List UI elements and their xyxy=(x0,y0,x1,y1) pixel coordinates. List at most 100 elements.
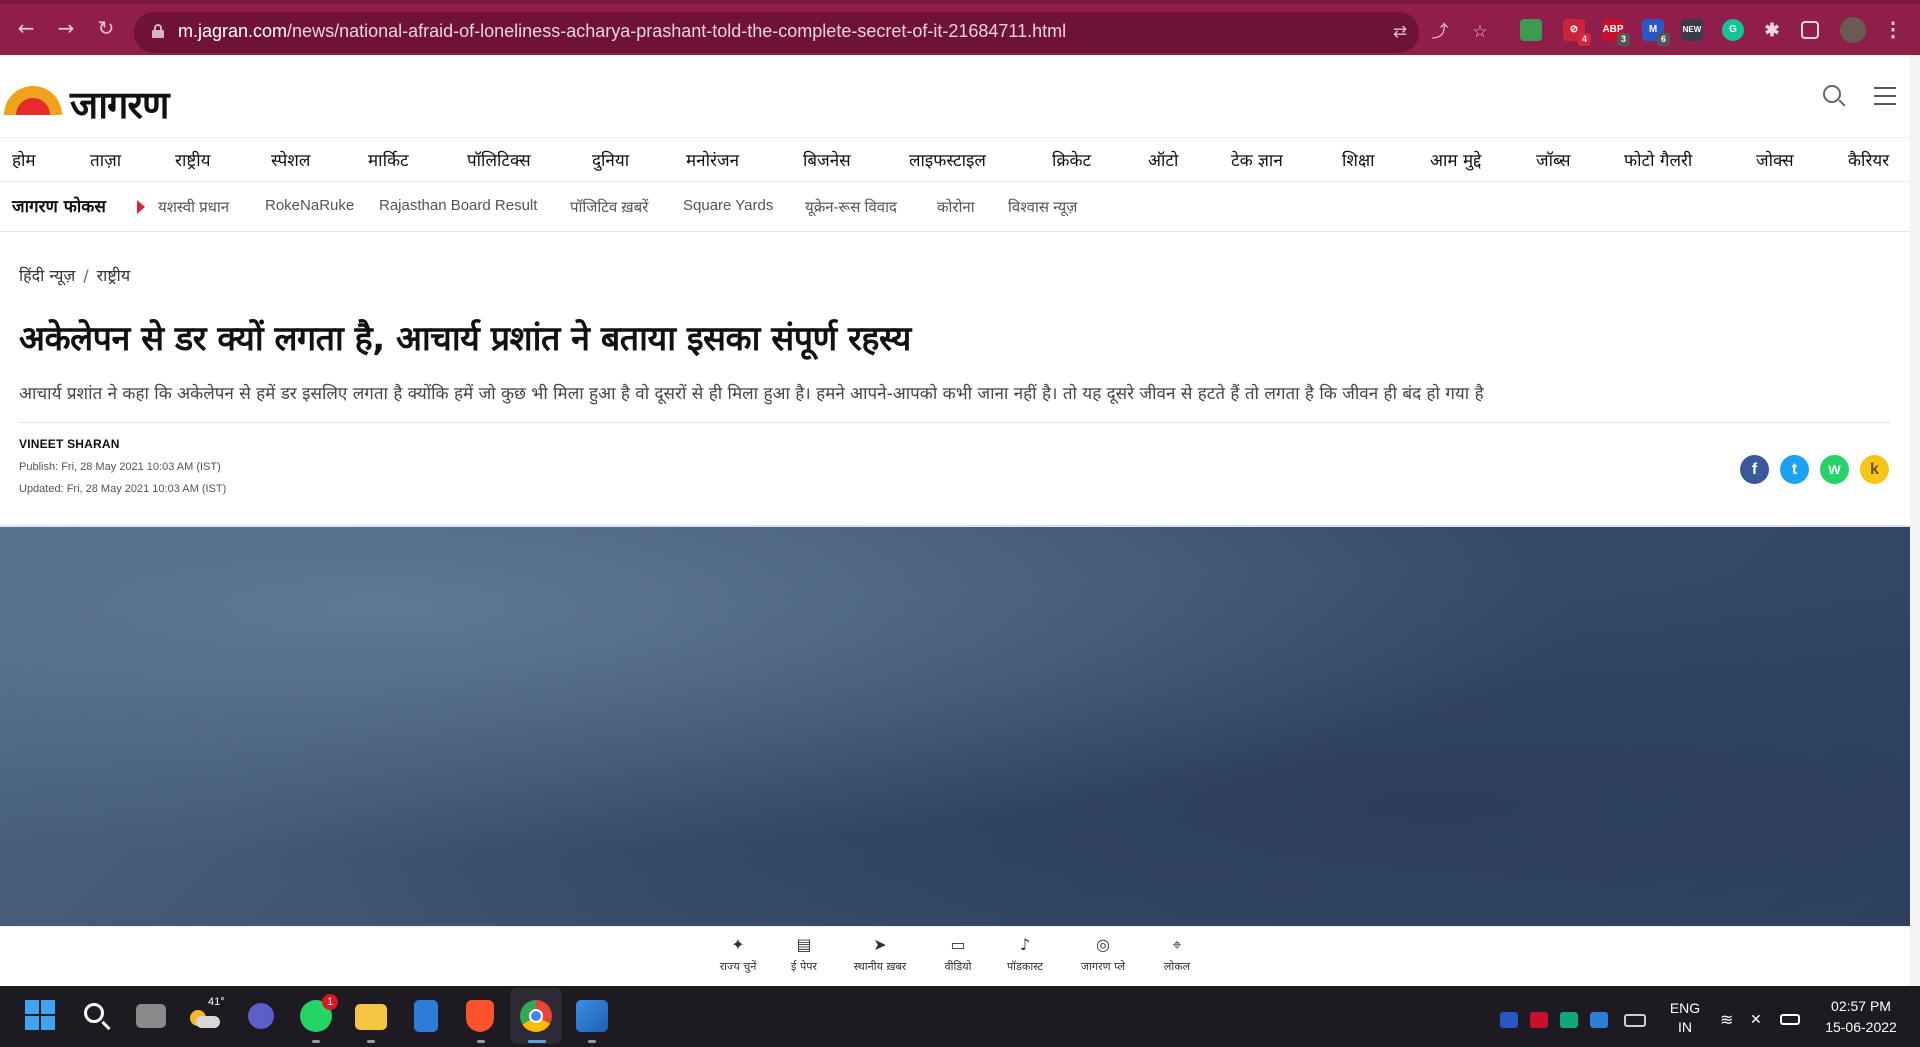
extension-new-icon[interactable]: NEW xyxy=(1681,19,1703,41)
nav-item-jokes[interactable]: जोक्स xyxy=(1756,148,1794,171)
whatsapp-share-icon[interactable]: w xyxy=(1820,455,1849,484)
clock-date[interactable]: 15-06-2022 xyxy=(1815,1019,1907,1035)
site-header: जागरण xyxy=(0,55,1910,137)
nav-item-jobs[interactable]: जॉब्स xyxy=(1536,148,1570,171)
extension-block-icon[interactable]: ⊘ 4 xyxy=(1563,19,1591,46)
nav-item-education[interactable]: शिक्षा xyxy=(1342,148,1375,171)
nav-item-national[interactable]: राष्ट्रीय xyxy=(175,148,211,171)
nav-item-home[interactable]: होम xyxy=(12,148,36,171)
search-icon[interactable] xyxy=(81,1000,113,1032)
adblock-badge: 3 xyxy=(1617,33,1630,46)
focus-arrow-icon xyxy=(137,200,145,214)
focus-item[interactable]: पॉजिटिव ख़बरें xyxy=(570,197,648,217)
active-indicator xyxy=(528,1040,546,1043)
file-explorer-icon[interactable] xyxy=(355,1004,387,1030)
reload-icon[interactable]: ↻ xyxy=(94,16,118,40)
document-icon: ▤ xyxy=(796,935,812,954)
puzzle-extensions-icon[interactable]: ✱ xyxy=(1761,19,1783,41)
keyboard-icon[interactable] xyxy=(1624,1014,1646,1027)
nav-item-entertainment[interactable]: मनोरंजन xyxy=(686,148,739,171)
focus-item[interactable]: कोरोना xyxy=(937,197,975,217)
chrome-icon[interactable] xyxy=(520,1000,552,1032)
focus-item[interactable]: RokeNaRuke xyxy=(265,197,354,214)
side-panel-icon[interactable] xyxy=(1801,21,1819,39)
facebook-share-icon[interactable]: f xyxy=(1740,455,1769,484)
share-icon[interactable]: ⤴ xyxy=(1430,22,1450,42)
weather-widget-icon[interactable]: 41° xyxy=(190,996,225,1032)
extension-m-icon[interactable]: M6 xyxy=(1642,19,1670,46)
url-text[interactable]: m.jagran.com/news/national-afraid-of-lon… xyxy=(178,21,1066,42)
translate-icon[interactable]: ⇄ xyxy=(1390,22,1410,42)
notepad-icon[interactable] xyxy=(414,1000,438,1032)
nav-item-career[interactable]: कैरियर xyxy=(1848,148,1889,171)
bottom-nav-podcast[interactable]: ♪ पॉडकास्ट xyxy=(985,935,1065,974)
nav-item-market[interactable]: मार्किट xyxy=(368,148,409,171)
language-region[interactable]: IN xyxy=(1665,1019,1705,1035)
whatsapp-icon[interactable]: 1 xyxy=(300,994,338,1032)
browser-menu-icon[interactable]: ⋮ xyxy=(1882,19,1904,41)
focus-item[interactable]: विश्वास न्यूज़ xyxy=(1008,197,1077,217)
nav-item-business[interactable]: बिजनेस xyxy=(803,148,851,171)
breadcrumb-item[interactable]: राष्ट्रीय xyxy=(97,266,130,285)
twitter-share-icon[interactable]: t xyxy=(1780,455,1809,484)
nav-item-photo-gallery[interactable]: फोटो गैलरी xyxy=(1624,148,1692,171)
wifi-icon[interactable]: ≋ xyxy=(1720,1012,1738,1028)
map-india-icon: ✦ xyxy=(731,935,745,954)
koo-share-icon[interactable]: k xyxy=(1860,455,1889,484)
bottom-nav-local-news[interactable]: ➤ स्थानीय ख़बर xyxy=(840,935,920,974)
security-shield-icon[interactable] xyxy=(1590,1012,1608,1028)
breadcrumb-item[interactable]: हिंदी न्यूज़ xyxy=(19,266,75,285)
extension-colorful-icon[interactable] xyxy=(1520,19,1542,41)
breadcrumb: हिंदी न्यूज़ / राष्ट्रीय xyxy=(19,264,130,286)
focus-item[interactable]: Rajasthan Board Result xyxy=(379,197,537,214)
task-view-icon[interactable] xyxy=(136,1004,166,1028)
bottom-nav-epaper[interactable]: ▤ ई पेपर xyxy=(764,935,844,974)
grammarly-icon[interactable]: G xyxy=(1722,19,1744,41)
bookmark-star-icon[interactable]: ☆ xyxy=(1470,22,1490,42)
battery-icon[interactable] xyxy=(1780,1014,1800,1025)
nav-item-special[interactable]: स्पेशल xyxy=(271,148,310,171)
scrollbar-gutter[interactable] xyxy=(1910,55,1920,986)
adblock-plus-icon[interactable]: ABP 3 xyxy=(1602,19,1630,46)
focus-item[interactable]: यशस्वी प्रधान xyxy=(158,197,229,217)
bottom-nav-label: जागरण प्ले xyxy=(1080,960,1126,973)
nav-item-latest[interactable]: ताज़ा xyxy=(90,148,121,171)
nav-item-common-issues[interactable]: आम मुद्दे xyxy=(1430,148,1481,171)
clock-time[interactable]: 02:57 PM xyxy=(1815,998,1907,1014)
nav-item-cricket[interactable]: क्रिकेट xyxy=(1052,148,1091,171)
weather-temp: 41° xyxy=(208,996,225,1008)
back-arrow-icon[interactable]: ← xyxy=(14,16,38,40)
tray-app-icon[interactable] xyxy=(1500,1012,1518,1028)
url-path: /news/national-afraid-of-loneliness-acha… xyxy=(287,21,1067,41)
tray-app-icon[interactable] xyxy=(1560,1012,1578,1028)
teams-chat-icon[interactable] xyxy=(248,1003,274,1029)
author-name[interactable]: VINEET SHARAN xyxy=(19,437,120,451)
nav-item-lifestyle[interactable]: लाइफस्टाइल xyxy=(909,148,986,171)
nav-item-world[interactable]: दुनिया xyxy=(592,148,629,171)
bottom-nav-local[interactable]: ⌖ लोकल xyxy=(1137,935,1217,974)
profile-avatar[interactable] xyxy=(1840,17,1866,43)
speaker-muted-icon[interactable]: ✕ xyxy=(1750,1012,1768,1028)
forward-arrow-icon[interactable]: → xyxy=(54,16,78,40)
language-code[interactable]: ENG xyxy=(1665,1000,1705,1016)
nav-item-auto[interactable]: ऑटो xyxy=(1148,148,1178,171)
bottom-nav-label: पॉडकास्ट xyxy=(1006,960,1044,973)
photos-icon[interactable] xyxy=(576,1000,608,1032)
windows-start-icon[interactable] xyxy=(25,1000,57,1032)
extension-new-label: NEW xyxy=(1682,25,1702,34)
tray-app-icon[interactable] xyxy=(1530,1012,1548,1028)
search-icon[interactable] xyxy=(1823,85,1847,109)
bottom-nav-jagran-play[interactable]: ◎ जागरण प्ले xyxy=(1063,935,1143,974)
focus-item[interactable]: यूक्रेन-रूस विवाद xyxy=(805,197,897,217)
nav-item-tech[interactable]: टेक ज्ञान xyxy=(1231,148,1283,171)
lock-icon[interactable] xyxy=(152,24,164,38)
running-indicator xyxy=(312,1040,320,1043)
facebook-glyph: f xyxy=(1751,461,1758,478)
nav-item-politics[interactable]: पॉलिटिक्स xyxy=(467,148,531,171)
focus-item[interactable]: Square Yards xyxy=(683,197,773,214)
address-bar[interactable]: m.jagran.com/news/national-afraid-of-lon… xyxy=(134,12,1488,53)
article-hero-image xyxy=(0,527,1910,926)
hamburger-menu-icon[interactable] xyxy=(1874,87,1896,105)
brave-browser-icon[interactable] xyxy=(466,1000,494,1032)
jagran-logo[interactable]: जागरण xyxy=(4,80,194,127)
